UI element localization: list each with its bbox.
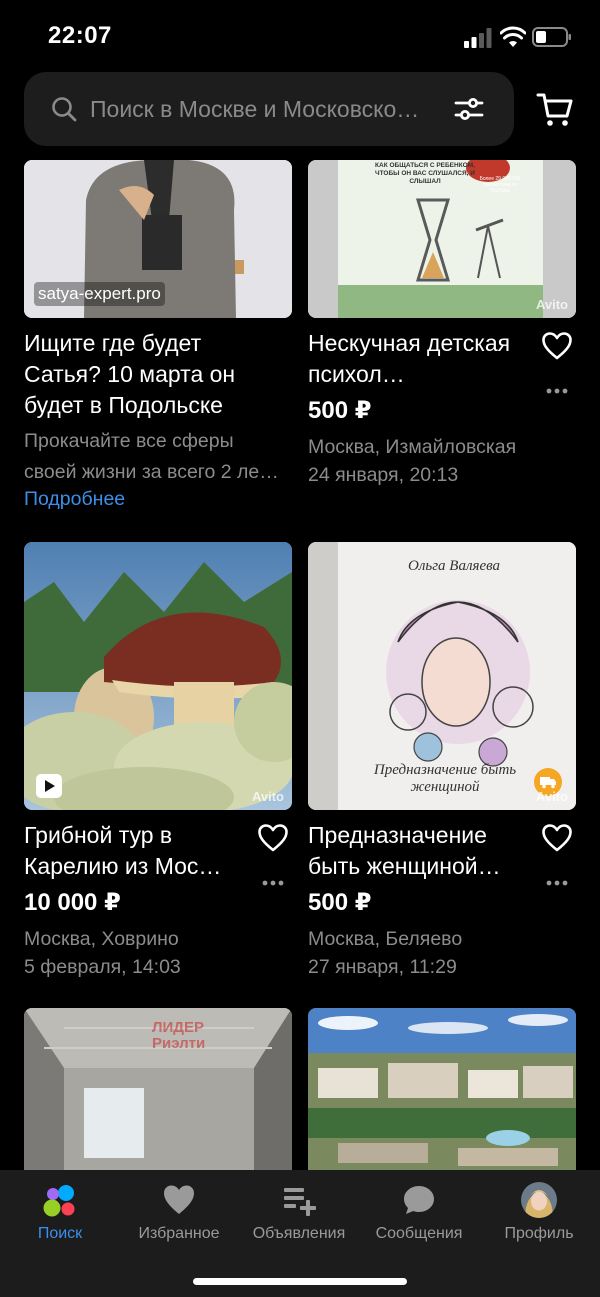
avito-logo-icon — [43, 1185, 75, 1217]
search-bar[interactable]: Поиск в Москве и Московско… — [24, 72, 514, 146]
listing-title[interactable]: Ищите где будет Сатья? 10 марта он будет… — [24, 328, 284, 421]
listing-date: 27 января, 11:29 — [308, 956, 457, 978]
listing-title[interactable]: Предназначение быть женщиной… — [308, 820, 518, 882]
listing-price: 10 000 ₽ — [24, 889, 121, 916]
tab-listings[interactable]: Объявления — [239, 1170, 359, 1260]
listing-image[interactable]: Avito — [24, 542, 292, 810]
favorite-heart-icon[interactable] — [542, 332, 572, 360]
listing-image[interactable]: КАК ОБЩАТЬСЯ С РЕБЕНКОМ, ЧТОБЫ ОН ВАС СЛ… — [308, 160, 576, 318]
chat-bubble-icon — [404, 1186, 434, 1214]
listing-date: 24 января, 20:13 — [308, 464, 459, 486]
video-badge-icon — [36, 774, 62, 798]
book-cover-text: КАК ОБЩАТЬСЯ С РЕБЕНКОМ, ЧТОБЫ ОН ВАС СЛ… — [375, 162, 475, 185]
avito-watermark: Avito — [535, 789, 568, 804]
more-options-icon[interactable] — [262, 880, 284, 886]
tab-favorites[interactable]: Избранное — [119, 1170, 239, 1260]
book-title-art: Предназначение быть женщиной — [373, 762, 517, 795]
listing-title[interactable]: Нескучная детская психол… — [308, 328, 518, 390]
listing-location: Москва, Ховрино — [24, 928, 179, 950]
tab-label: Сообщения — [375, 1225, 463, 1242]
tab-label: Объявления — [252, 1225, 346, 1242]
tab-label: Избранное — [138, 1225, 220, 1242]
image-watermark: ЛИДЕР Риэлти — [152, 1019, 206, 1052]
listing-description: Прокачайте все сферы своей жизни за всег… — [24, 430, 279, 483]
image-caption: satya-expert.pro — [34, 282, 165, 306]
status-time: 22:07 — [48, 22, 112, 49]
listings-feed[interactable]: satya-expert.pro Ищите где будет Сатья? … — [0, 160, 600, 1170]
more-options-icon[interactable] — [546, 388, 568, 394]
mushroom-photo — [24, 542, 292, 810]
listing-image[interactable]: Ольга Валяева Предназначение быть женщин… — [308, 542, 576, 810]
listing-price: 500 ₽ — [308, 889, 372, 916]
status-bar: 22:07 — [0, 0, 600, 70]
search-icon — [52, 97, 77, 122]
tab-profile[interactable]: Профиль — [479, 1170, 599, 1260]
resort-photo — [308, 1008, 576, 1170]
filter-icon[interactable] — [454, 94, 484, 124]
listing-price: 500 ₽ — [308, 397, 372, 424]
book-badge: Более 29 000 000 просмотров на YouTube — [479, 176, 521, 194]
listing-title[interactable]: Грибной тур в Карелию из Мос… — [24, 820, 234, 882]
search-input[interactable]: Поиск в Москве и Московско… — [90, 88, 450, 130]
play-icon — [45, 780, 55, 792]
cellular-signal-icon — [464, 28, 492, 48]
tab-bar: Поиск Избранное Объявления Сообщения Про… — [0, 1170, 600, 1297]
add-listing-icon — [284, 1188, 316, 1216]
home-indicator — [193, 1278, 407, 1285]
listing-image[interactable] — [308, 1008, 576, 1170]
listing-location: Москва, Беляево — [308, 928, 463, 950]
listing-date: 5 февраля, 14:03 — [24, 956, 181, 978]
tab-search[interactable]: Поиск — [0, 1170, 120, 1260]
battery-icon — [532, 27, 571, 47]
avito-watermark: Avito — [535, 297, 568, 312]
tab-label: Поиск — [37, 1225, 83, 1242]
listing-location: Москва, Измайловская — [308, 436, 517, 458]
tab-messages[interactable]: Сообщения — [359, 1170, 479, 1260]
more-options-icon[interactable] — [546, 880, 568, 886]
listing-image[interactable]: satya-expert.pro — [24, 160, 292, 318]
listing-image[interactable]: ЛИДЕР Риэлти — [24, 1008, 292, 1170]
avito-watermark: Avito — [251, 789, 284, 804]
details-link[interactable]: Подробнее — [24, 488, 125, 511]
screen: 22:07 Поиск в Москве и Московско… satya-… — [0, 0, 600, 1297]
wifi-icon — [500, 26, 526, 47]
tab-label: Профиль — [504, 1225, 574, 1242]
avatar — [521, 1182, 557, 1218]
book-author: Ольга Валяева — [408, 558, 501, 574]
favorite-heart-icon[interactable] — [542, 824, 572, 852]
cart-icon[interactable] — [536, 90, 574, 128]
heart-icon — [164, 1185, 194, 1214]
favorite-heart-icon[interactable] — [258, 824, 288, 852]
